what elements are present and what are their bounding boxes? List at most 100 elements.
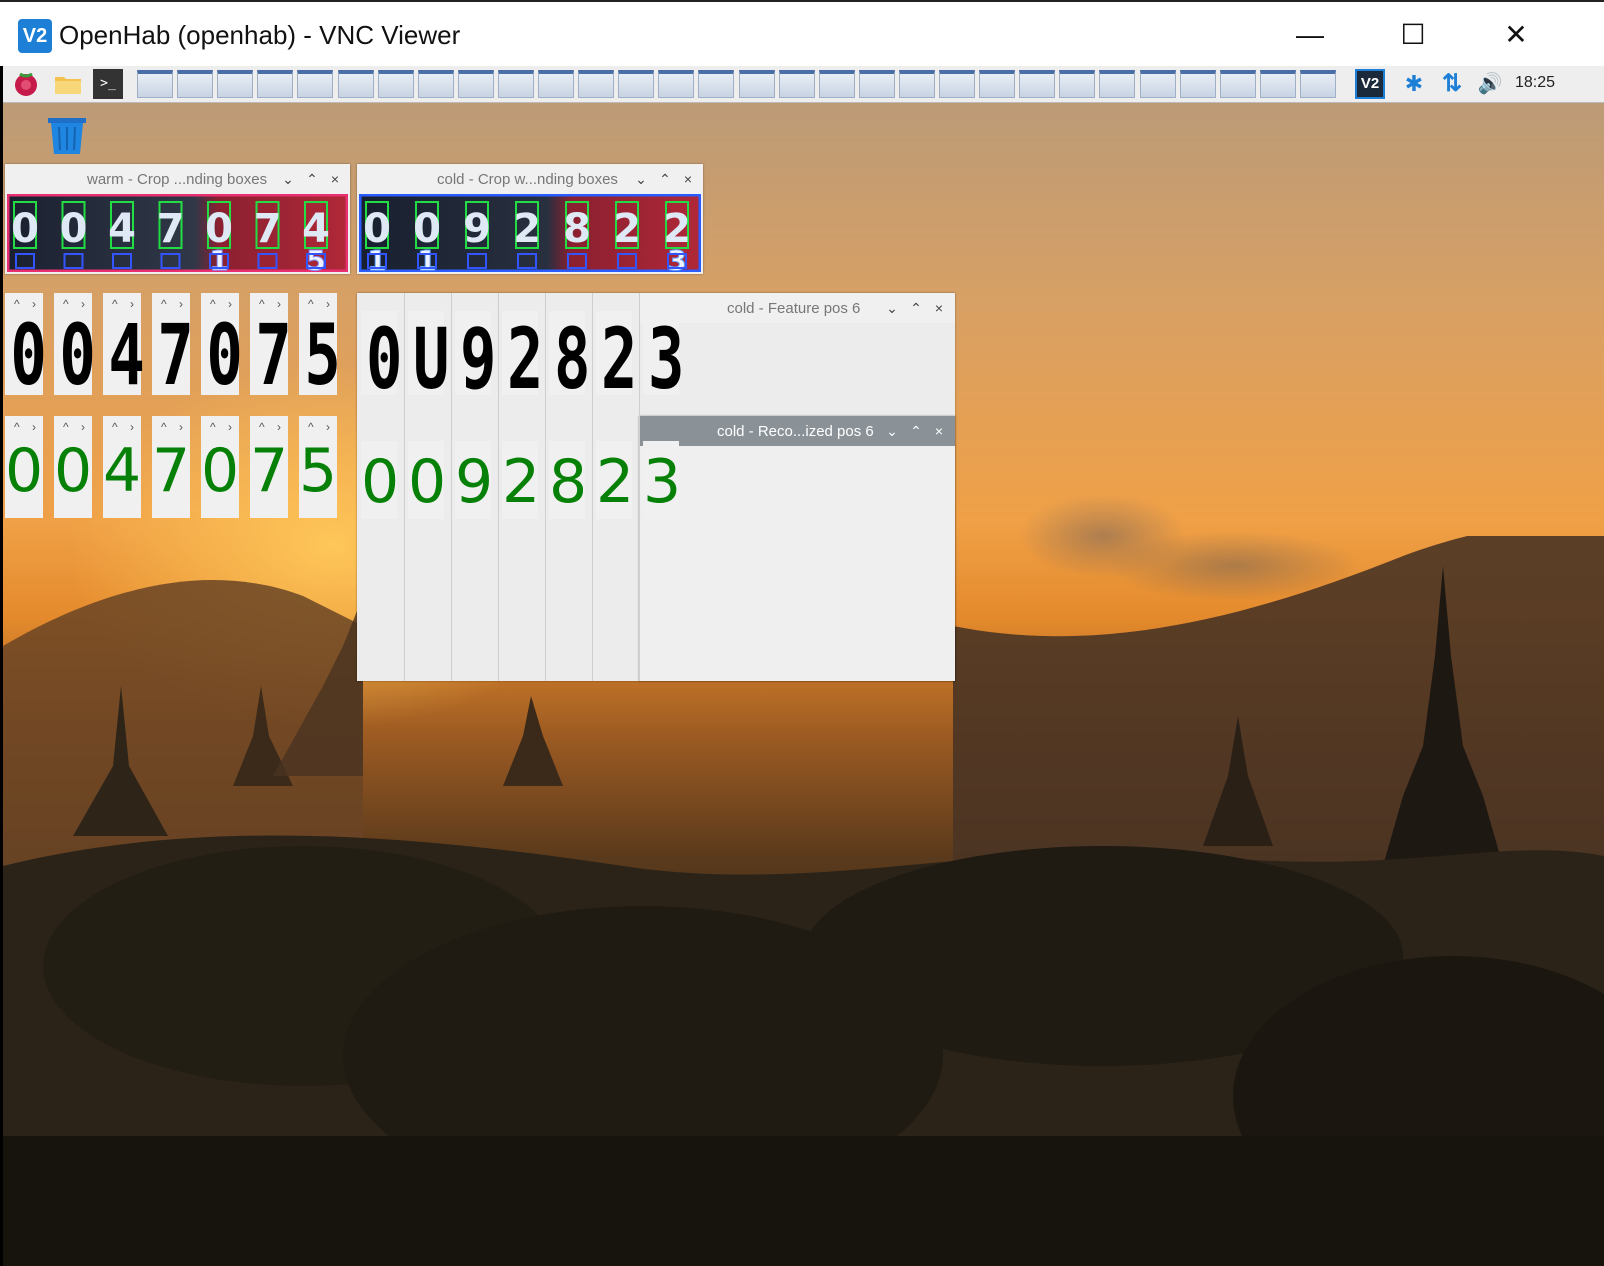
cell-maximize-button[interactable]: ^ [259, 420, 265, 434]
cold-recognized-cell[interactable]: 0 [408, 441, 446, 519]
taskbar-window-button[interactable] [1259, 70, 1296, 98]
cold-feature-cell[interactable]: 0 [361, 311, 402, 401]
warm-recognized-cell[interactable]: ^ › 0 [201, 416, 239, 518]
cold-recognized-window[interactable]: cold - Reco...ized pos 6 ⌄ ⌃ × [639, 416, 955, 681]
taskbar-window-button[interactable] [538, 70, 574, 98]
cold-recognized-cell[interactable]: 2 [502, 441, 540, 519]
taskbar-window-button[interactable] [818, 70, 855, 98]
taskbar-window-button[interactable] [217, 70, 254, 98]
cold-feature-cell[interactable]: 2 [502, 311, 543, 401]
taskbar-window-button[interactable] [377, 70, 414, 98]
cell-maximize-button[interactable]: ^ [210, 420, 216, 434]
taskbar-window-button[interactable] [177, 70, 214, 98]
warm-feature-cell[interactable]: ^ › 0 [54, 293, 96, 397]
taskbar-window-button[interactable] [698, 70, 735, 98]
bluetooth-icon[interactable]: ✱ [1399, 69, 1429, 99]
close-button[interactable]: ✕ [1491, 16, 1541, 54]
warm-recognized-cell[interactable]: ^ › 7 [152, 416, 190, 518]
maximize-button[interactable]: ☐ [1388, 16, 1438, 54]
trash-icon[interactable] [47, 116, 87, 156]
cold-recognized-cell[interactable]: 9 [455, 441, 493, 519]
warm-recognized-cell[interactable]: ^ › 4 [103, 416, 141, 518]
cold-feature-cell[interactable]: 8 [549, 311, 590, 401]
window-menu-button[interactable]: ⌄ [883, 421, 901, 441]
taskbar-window-button[interactable] [1139, 70, 1176, 98]
vnc-server-icon[interactable]: V2 [1355, 69, 1385, 99]
taskbar-window-button[interactable] [658, 70, 695, 98]
taskbar-window-button[interactable] [778, 70, 815, 98]
cell-more-button[interactable]: › [277, 420, 281, 434]
warm-recognized-cell[interactable]: ^ › 7 [250, 416, 288, 518]
taskbar-window-button[interactable] [1179, 70, 1216, 98]
taskbar-window-button[interactable] [1059, 70, 1096, 98]
taskbar-window-button[interactable] [1299, 70, 1336, 98]
cell-more-button[interactable]: › [130, 420, 134, 434]
cold-recognized-titlebar[interactable]: cold - Reco...ized pos 6 ⌄ ⌃ × [639, 416, 955, 446]
cell-more-button[interactable]: › [81, 420, 85, 434]
minimize-button[interactable]: — [1285, 16, 1335, 54]
warm-feature-cell[interactable]: ^ › 0 [5, 293, 47, 397]
cold-recognized-cell[interactable]: 2 [596, 441, 634, 519]
cold-recognized-cell[interactable]: 3 [643, 441, 681, 519]
warm-crop-titlebar[interactable]: warm - Crop ...nding boxes ⌄ ⌃ × [5, 164, 350, 194]
cell-maximize-button[interactable]: ^ [308, 420, 314, 434]
window-close-button[interactable]: × [930, 421, 948, 441]
taskbar-window-button[interactable] [939, 70, 975, 98]
taskbar-window-button[interactable] [738, 70, 775, 98]
taskbar-window-button[interactable] [1219, 70, 1256, 98]
warm-crop-window[interactable]: warm - Crop ...nding boxes ⌄ ⌃ × 0047017… [5, 164, 350, 274]
warm-recognized-cell[interactable]: ^ › 0 [5, 416, 43, 518]
window-menu-button[interactable]: ⌄ [632, 169, 650, 189]
cell-maximize-button[interactable]: ^ [161, 420, 167, 434]
taskbar-window-button[interactable] [257, 70, 294, 98]
clock[interactable]: 18:25 [1515, 74, 1555, 92]
taskbar-window-button[interactable] [497, 70, 534, 98]
warm-feature-cell[interactable]: ^ › 0 [201, 293, 243, 397]
warm-feature-cell[interactable]: ^ › 7 [250, 293, 292, 397]
warm-recognized-cell[interactable]: ^ › 5 [299, 416, 337, 518]
window-menu-button[interactable]: ⌄ [883, 298, 901, 318]
window-maximize-button[interactable]: ⌃ [303, 169, 321, 189]
network-icon[interactable]: ⇅ [1437, 69, 1467, 99]
taskbar-window-button[interactable] [137, 70, 173, 98]
cold-crop-titlebar[interactable]: cold - Crop w...nding boxes ⌄ ⌃ × [357, 164, 703, 194]
taskbar-window-button[interactable] [297, 70, 334, 98]
cell-more-button[interactable]: › [179, 420, 183, 434]
taskbar-window-button[interactable] [1019, 70, 1056, 98]
cold-crop-window[interactable]: cold - Crop w...nding boxes ⌄ ⌃ × 010192… [357, 164, 703, 274]
cell-more-button[interactable]: › [32, 420, 36, 434]
warm-feature-cell[interactable]: ^ › 4 [103, 293, 145, 397]
cell-more-button[interactable]: › [326, 420, 330, 434]
cold-recognized-cell[interactable]: 0 [361, 441, 399, 519]
window-maximize-button[interactable]: ⌃ [907, 298, 925, 318]
cold-feature-cell[interactable]: 9 [455, 311, 496, 401]
taskbar-window-button[interactable] [858, 70, 895, 98]
cell-more-button[interactable]: › [228, 420, 232, 434]
cold-feature-titlebar[interactable]: cold - Feature pos 6 ⌄ ⌃ × [639, 293, 955, 323]
cold-feature-cell[interactable]: 2 [596, 311, 637, 401]
terminal-icon[interactable]: >_ [93, 69, 123, 99]
warm-feature-cell[interactable]: ^ › 7 [152, 293, 194, 397]
cell-maximize-button[interactable]: ^ [14, 420, 20, 434]
taskbar-window-button[interactable] [618, 70, 655, 98]
window-close-button[interactable]: × [930, 298, 948, 318]
taskbar-window-button[interactable] [578, 70, 615, 98]
taskbar-window-button[interactable] [898, 70, 935, 98]
warm-recognized-cell[interactable]: ^ › 0 [54, 416, 92, 518]
taskbar-window-button[interactable] [417, 70, 454, 98]
window-maximize-button[interactable]: ⌃ [907, 421, 925, 441]
warm-feature-cell[interactable]: ^ › 5 [299, 293, 341, 397]
window-close-button[interactable]: × [326, 169, 344, 189]
taskbar-window-button[interactable] [1099, 70, 1136, 98]
raspberry-menu-icon[interactable] [11, 69, 41, 99]
window-menu-button[interactable]: ⌄ [279, 169, 297, 189]
cold-recognized-cell[interactable]: 8 [549, 441, 587, 519]
volume-icon[interactable]: 🔊 [1475, 69, 1505, 99]
taskbar-window-button[interactable] [979, 70, 1016, 98]
cell-maximize-button[interactable]: ^ [112, 420, 118, 434]
cold-feature-cell[interactable]: U [408, 311, 449, 401]
taskbar-window-button[interactable] [337, 70, 374, 98]
taskbar-window-button[interactable] [457, 70, 494, 98]
cold-feature-cell[interactable]: 3 [643, 311, 684, 401]
window-close-button[interactable]: × [679, 169, 697, 189]
